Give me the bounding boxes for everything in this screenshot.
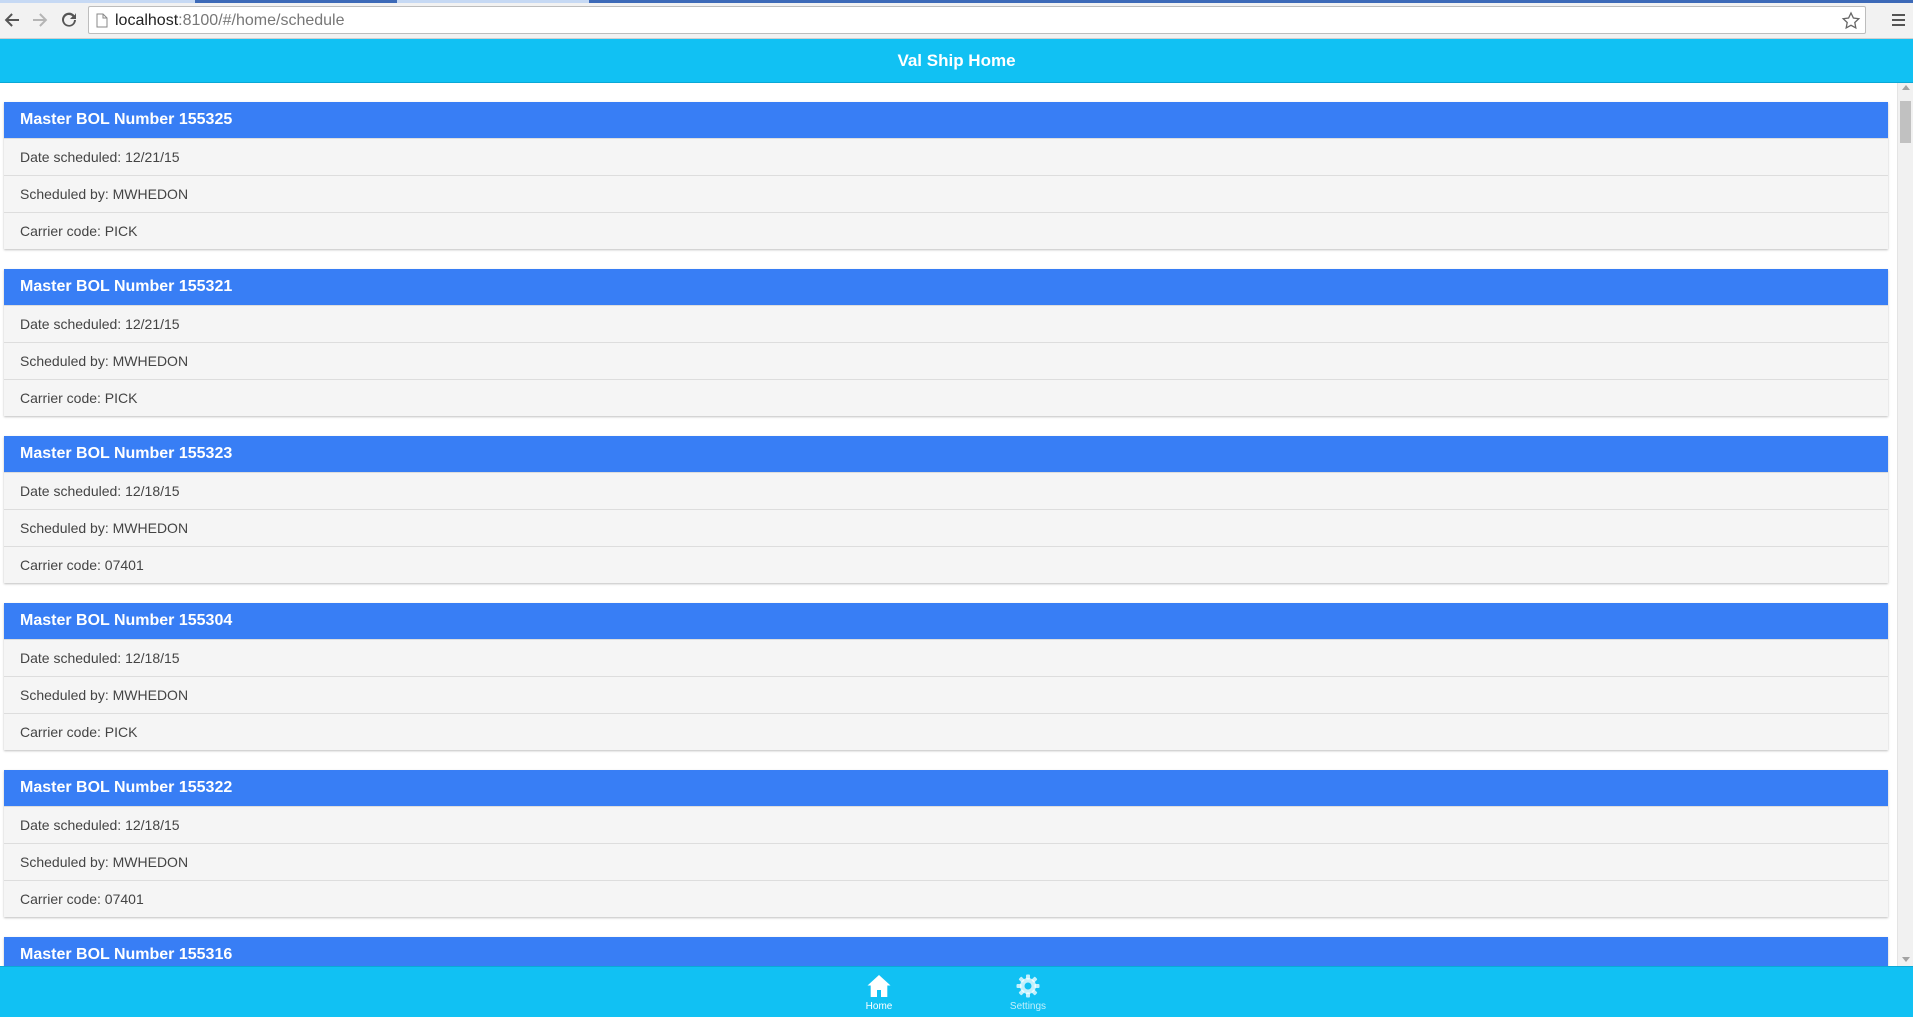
shipment-card[interactable]: Master BOL Number 155325 Date scheduled:… [4, 102, 1888, 249]
browser-tab-strip [0, 0, 1913, 3]
shipment-card-title: Master BOL Number 155321 [4, 269, 1888, 305]
forward-arrow-icon[interactable] [28, 8, 52, 32]
hamburger-menu-icon[interactable] [1889, 10, 1909, 30]
shipment-card[interactable]: Master BOL Number 155321 Date scheduled:… [4, 269, 1888, 416]
shipment-card-title: Master BOL Number 155325 [4, 102, 1888, 138]
tab-settings-label: Settings [1009, 1001, 1047, 1012]
carrier-code: Carrier code: 07401 [4, 546, 1888, 583]
scheduled-by: Scheduled by: MWHEDON [4, 843, 1888, 880]
shipment-card-title: Master BOL Number 155322 [4, 770, 1888, 806]
date-scheduled: Date scheduled: 12/21/15 [4, 138, 1888, 175]
url-path: :8100/#/home/schedule [178, 12, 345, 29]
tab-settings[interactable]: Settings [983, 967, 1073, 1018]
tab-home[interactable]: Home [834, 967, 924, 1018]
shipment-card[interactable]: Master BOL Number 155322 Date scheduled:… [4, 770, 1888, 917]
carrier-code: Carrier code: PICK [4, 212, 1888, 249]
url-host: localhost [115, 12, 179, 29]
date-scheduled: Date scheduled: 12/18/15 [4, 472, 1888, 509]
browser-tab-active[interactable] [0, 0, 195, 3]
shipment-card[interactable]: Master BOL Number 155323 Date scheduled:… [4, 436, 1888, 583]
gear-icon [1016, 974, 1040, 998]
shipment-card[interactable]: Master BOL Number 155316 [4, 937, 1888, 966]
star-icon[interactable] [1841, 11, 1861, 31]
url-text: localhost:8100/#/home/schedule [115, 12, 345, 30]
scheduled-by: Scheduled by: MWHEDON [4, 509, 1888, 546]
reload-icon[interactable] [57, 8, 81, 32]
scheduled-by: Scheduled by: MWHEDON [4, 342, 1888, 379]
date-scheduled: Date scheduled: 12/21/15 [4, 305, 1888, 342]
scheduled-by: Scheduled by: MWHEDON [4, 175, 1888, 212]
date-scheduled: Date scheduled: 12/18/15 [4, 806, 1888, 843]
browser-tab-other[interactable] [397, 0, 589, 3]
scheduled-by: Scheduled by: MWHEDON [4, 676, 1888, 713]
shipment-card-title: Master BOL Number 155304 [4, 603, 1888, 639]
tab-bar: Home Settings [0, 966, 1913, 1017]
vertical-scrollbar[interactable] [1897, 83, 1913, 966]
page-icon [96, 13, 108, 28]
carrier-code: Carrier code: PICK [4, 713, 1888, 750]
scroll-thumb[interactable] [1900, 101, 1911, 143]
home-icon [867, 975, 891, 997]
tab-home-label: Home [865, 1001, 893, 1012]
page-title: Val Ship Home [897, 50, 1016, 70]
shipment-card[interactable]: Master BOL Number 155304 Date scheduled:… [4, 603, 1888, 750]
shipment-card-title: Master BOL Number 155316 [4, 937, 1888, 966]
back-arrow-icon[interactable] [0, 8, 24, 32]
browser-toolbar: localhost:8100/#/home/schedule [0, 0, 1913, 39]
date-scheduled: Date scheduled: 12/18/15 [4, 639, 1888, 676]
schedule-list[interactable]: Master BOL Number 155325 Date scheduled:… [0, 83, 1897, 966]
shipment-card-title: Master BOL Number 155323 [4, 436, 1888, 472]
address-bar[interactable]: localhost:8100/#/home/schedule [88, 6, 1866, 34]
app-header: Val Ship Home [0, 39, 1913, 83]
carrier-code: Carrier code: PICK [4, 379, 1888, 416]
carrier-code: Carrier code: 07401 [4, 880, 1888, 917]
scroll-down-arrow-icon[interactable] [1902, 957, 1910, 962]
scroll-up-arrow-icon[interactable] [1902, 85, 1910, 90]
